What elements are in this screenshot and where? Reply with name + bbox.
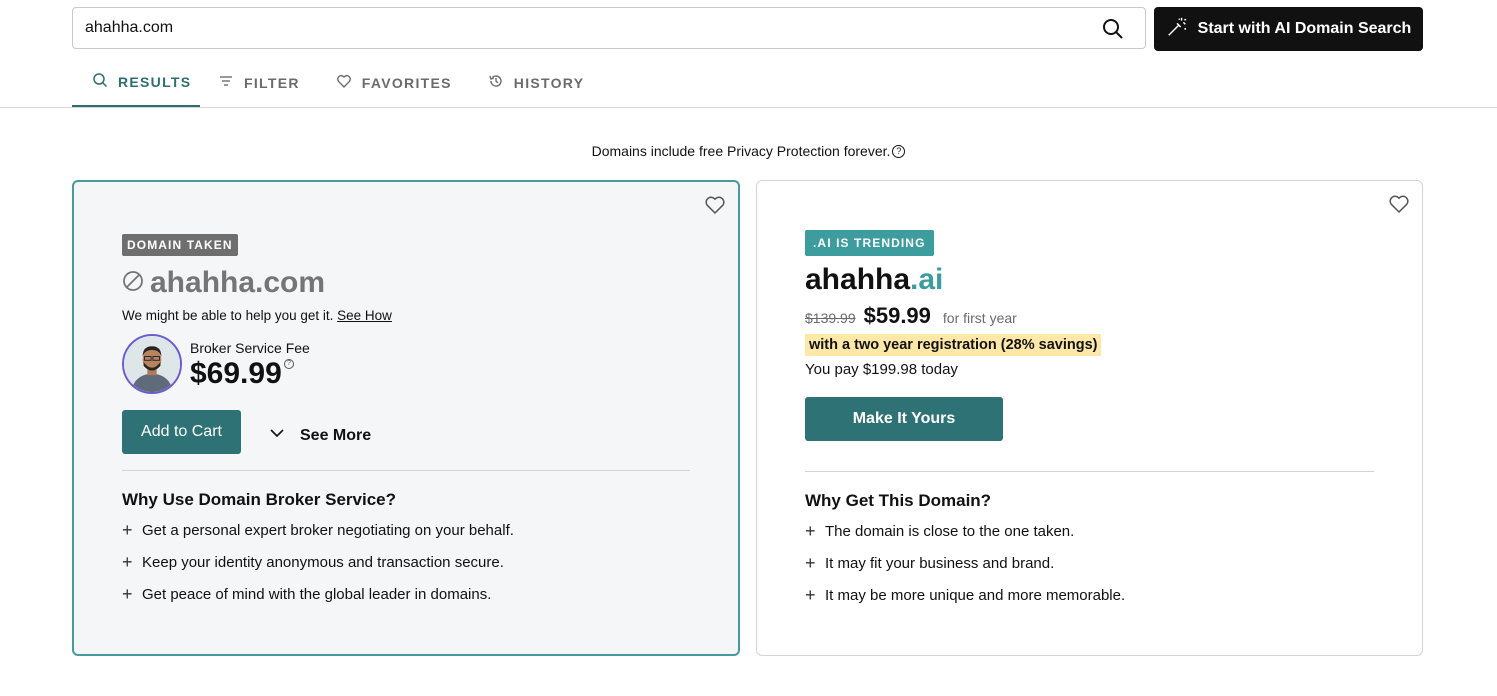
see-more-toggle[interactable]: See More	[268, 424, 371, 447]
list-item: + The domain is close to the one taken.	[805, 521, 1125, 555]
plus-icon: +	[122, 584, 133, 604]
list-item: + It may be more unique and more memorabl…	[805, 585, 1126, 619]
ai-domain-search-button[interactable]: Start with AI Domain Search	[1154, 7, 1423, 51]
tab-favorites[interactable]: FAVORITES	[318, 58, 470, 107]
privacy-note: Domains include free Privacy Protection …	[0, 143, 1497, 159]
plus-icon: +	[122, 520, 133, 540]
domain-taken-badge: DOMAIN TAKEN	[122, 234, 238, 256]
savings-highlight: with a two year registration (28% saving…	[805, 334, 1102, 356]
list-item: + Keep your identity anonymous and transa…	[122, 552, 514, 586]
price-row: $139.99 $59.99 for first year	[805, 303, 1017, 329]
make-it-yours-button[interactable]: Make It Yours	[805, 397, 1003, 441]
heart-icon	[336, 73, 352, 92]
taken-domain-name: ahahha.com	[150, 266, 326, 299]
domain-search-box	[72, 7, 1146, 49]
broker-help-text: We might be able to help you get it.	[122, 308, 334, 323]
list-item-text: Keep your identity anonymous and transac…	[142, 554, 504, 571]
taken-domain-title: ahahha.com	[122, 266, 325, 300]
broker-fee-value: $69.99	[190, 357, 282, 390]
filter-icon	[218, 73, 234, 92]
search-icon	[92, 72, 108, 91]
price-original: $139.99	[805, 310, 856, 326]
card-divider	[805, 471, 1374, 472]
plus-icon: +	[122, 552, 133, 572]
list-item: + Get a personal expert broker negotiatin…	[122, 520, 514, 554]
taken-domain-card: DOMAIN TAKEN ahahha.com We might be able…	[72, 180, 740, 656]
suggested-domain-title: ahahha.ai	[805, 263, 943, 297]
favorite-heart-icon[interactable]	[704, 194, 726, 216]
list-item-text: It may be more unique and more memorable…	[825, 587, 1126, 604]
tab-results-label: RESULTS	[118, 73, 192, 90]
ai-domain-search-label: Start with AI Domain Search	[1197, 20, 1412, 37]
suggested-domain-tld: .ai	[910, 263, 944, 296]
card-divider	[122, 470, 690, 471]
trending-badge: .AI IS TRENDING	[805, 230, 934, 256]
why-broker-title: Why Use Domain Broker Service?	[122, 490, 396, 509]
tab-favorites-label: FAVORITES	[361, 74, 452, 91]
broker-avatar	[122, 334, 182, 394]
price-sale: $59.99	[863, 303, 931, 328]
info-icon[interactable]: ?	[284, 359, 294, 369]
tab-history-label: HISTORY	[513, 74, 585, 91]
add-to-cart-button[interactable]: Add to Cart	[122, 410, 241, 454]
privacy-note-text: Domains include free Privacy Protection …	[591, 143, 891, 159]
results-tabs: RESULTS FILTER FAVORITES HISTORY	[72, 58, 602, 107]
tab-filter-label: FILTER	[244, 74, 300, 91]
domain-search-input[interactable]	[85, 8, 1065, 48]
tab-filter[interactable]: FILTER	[200, 58, 318, 107]
tab-history[interactable]: HISTORY	[470, 58, 603, 107]
history-icon	[488, 73, 504, 92]
broker-help-line: We might be able to help you get it. See…	[122, 308, 392, 323]
plus-icon: +	[805, 585, 816, 605]
list-item: + It may fit your business and brand.	[805, 553, 1125, 587]
list-item-text: The domain is close to the one taken.	[825, 523, 1075, 540]
price-term: for first year	[942, 310, 1017, 326]
why-domain-list: + The domain is close to the one taken. +…	[805, 521, 1126, 619]
favorite-heart-icon[interactable]	[1388, 193, 1410, 215]
plus-icon: +	[805, 521, 816, 541]
list-item-text: It may fit your business and brand.	[825, 555, 1055, 572]
unavailable-icon	[122, 266, 144, 300]
list-item: + Get peace of mind with the global leade…	[122, 584, 514, 618]
tabs-divider	[0, 107, 1497, 108]
search-icon[interactable]	[1101, 17, 1125, 41]
tab-results[interactable]: RESULTS	[72, 58, 200, 107]
magic-wand-icon	[1166, 16, 1188, 43]
why-broker-list: + Get a personal expert broker negotiatin…	[122, 520, 514, 618]
suggested-domain-name: ahahha	[805, 263, 911, 296]
see-more-label: See More	[300, 426, 372, 444]
why-domain-title: Why Get This Domain?	[805, 491, 992, 510]
chevron-down-icon	[268, 424, 286, 447]
suggested-domain-card: .AI IS TRENDING ahahha.ai $139.99 $59.99…	[756, 180, 1423, 656]
you-pay-text: You pay $199.98 today	[805, 361, 958, 378]
list-item-text: Get peace of mind with the global leader…	[142, 586, 492, 603]
see-how-link[interactable]: See How	[337, 308, 392, 323]
list-item-text: Get a personal expert broker negotiating…	[142, 522, 514, 539]
question-icon[interactable]: ?	[892, 145, 906, 158]
plus-icon: +	[805, 553, 816, 573]
broker-fee-label: Broker Service Fee	[190, 340, 310, 356]
